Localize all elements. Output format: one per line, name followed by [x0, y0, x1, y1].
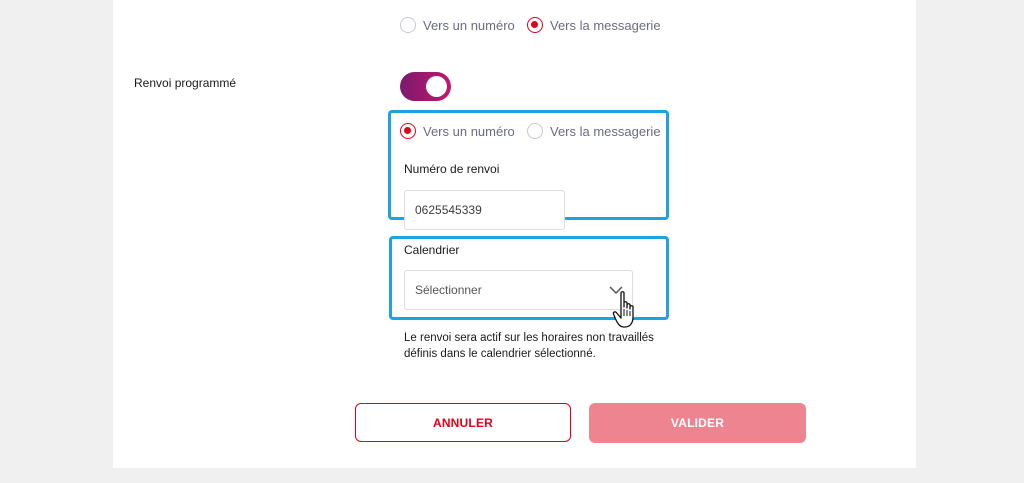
toggle-knob: [426, 76, 447, 97]
calendar-select-value: Sélectionner: [415, 283, 482, 297]
settings-card: [113, 0, 916, 468]
top-radio-number[interactable]: Vers un numéro: [400, 17, 515, 33]
scheduled-forward-label: Renvoi programmé: [134, 76, 237, 90]
radio-label: Vers un numéro: [423, 17, 515, 33]
top-radio-voicemail[interactable]: Vers la messagerie: [527, 17, 661, 33]
radio-label: Vers la messagerie: [550, 123, 661, 139]
forward-number-input[interactable]: 0625545339: [404, 190, 565, 230]
validate-button[interactable]: VALIDER: [589, 403, 806, 443]
forward-number-value: 0625545339: [415, 203, 482, 217]
forward-number-label: Numéro de renvoi: [404, 162, 500, 176]
hand-pointer-icon: [612, 291, 634, 328]
help-line-2: définis dans le calendrier sélectionné.: [404, 348, 596, 360]
radio-button[interactable]: [527, 17, 543, 33]
radio-label: Vers la messagerie: [550, 17, 661, 33]
cancel-button[interactable]: ANNULER: [355, 403, 571, 442]
scheduled-radio-voicemail[interactable]: Vers la messagerie: [527, 123, 661, 139]
help-line-1: Le renvoi sera actif sur les horaires no…: [404, 332, 654, 344]
scheduled-radio-number[interactable]: Vers un numéro: [400, 123, 515, 139]
calendar-select[interactable]: Sélectionner: [404, 270, 633, 310]
calendar-help-text: Le renvoi sera actif sur les horaires no…: [404, 330, 704, 362]
calendar-label: Calendrier: [404, 243, 460, 257]
radio-label: Vers un numéro: [423, 123, 515, 139]
scheduled-forward-toggle[interactable]: [400, 72, 451, 101]
radio-button[interactable]: [400, 123, 416, 139]
radio-button[interactable]: [400, 17, 416, 33]
radio-button[interactable]: [527, 123, 543, 139]
